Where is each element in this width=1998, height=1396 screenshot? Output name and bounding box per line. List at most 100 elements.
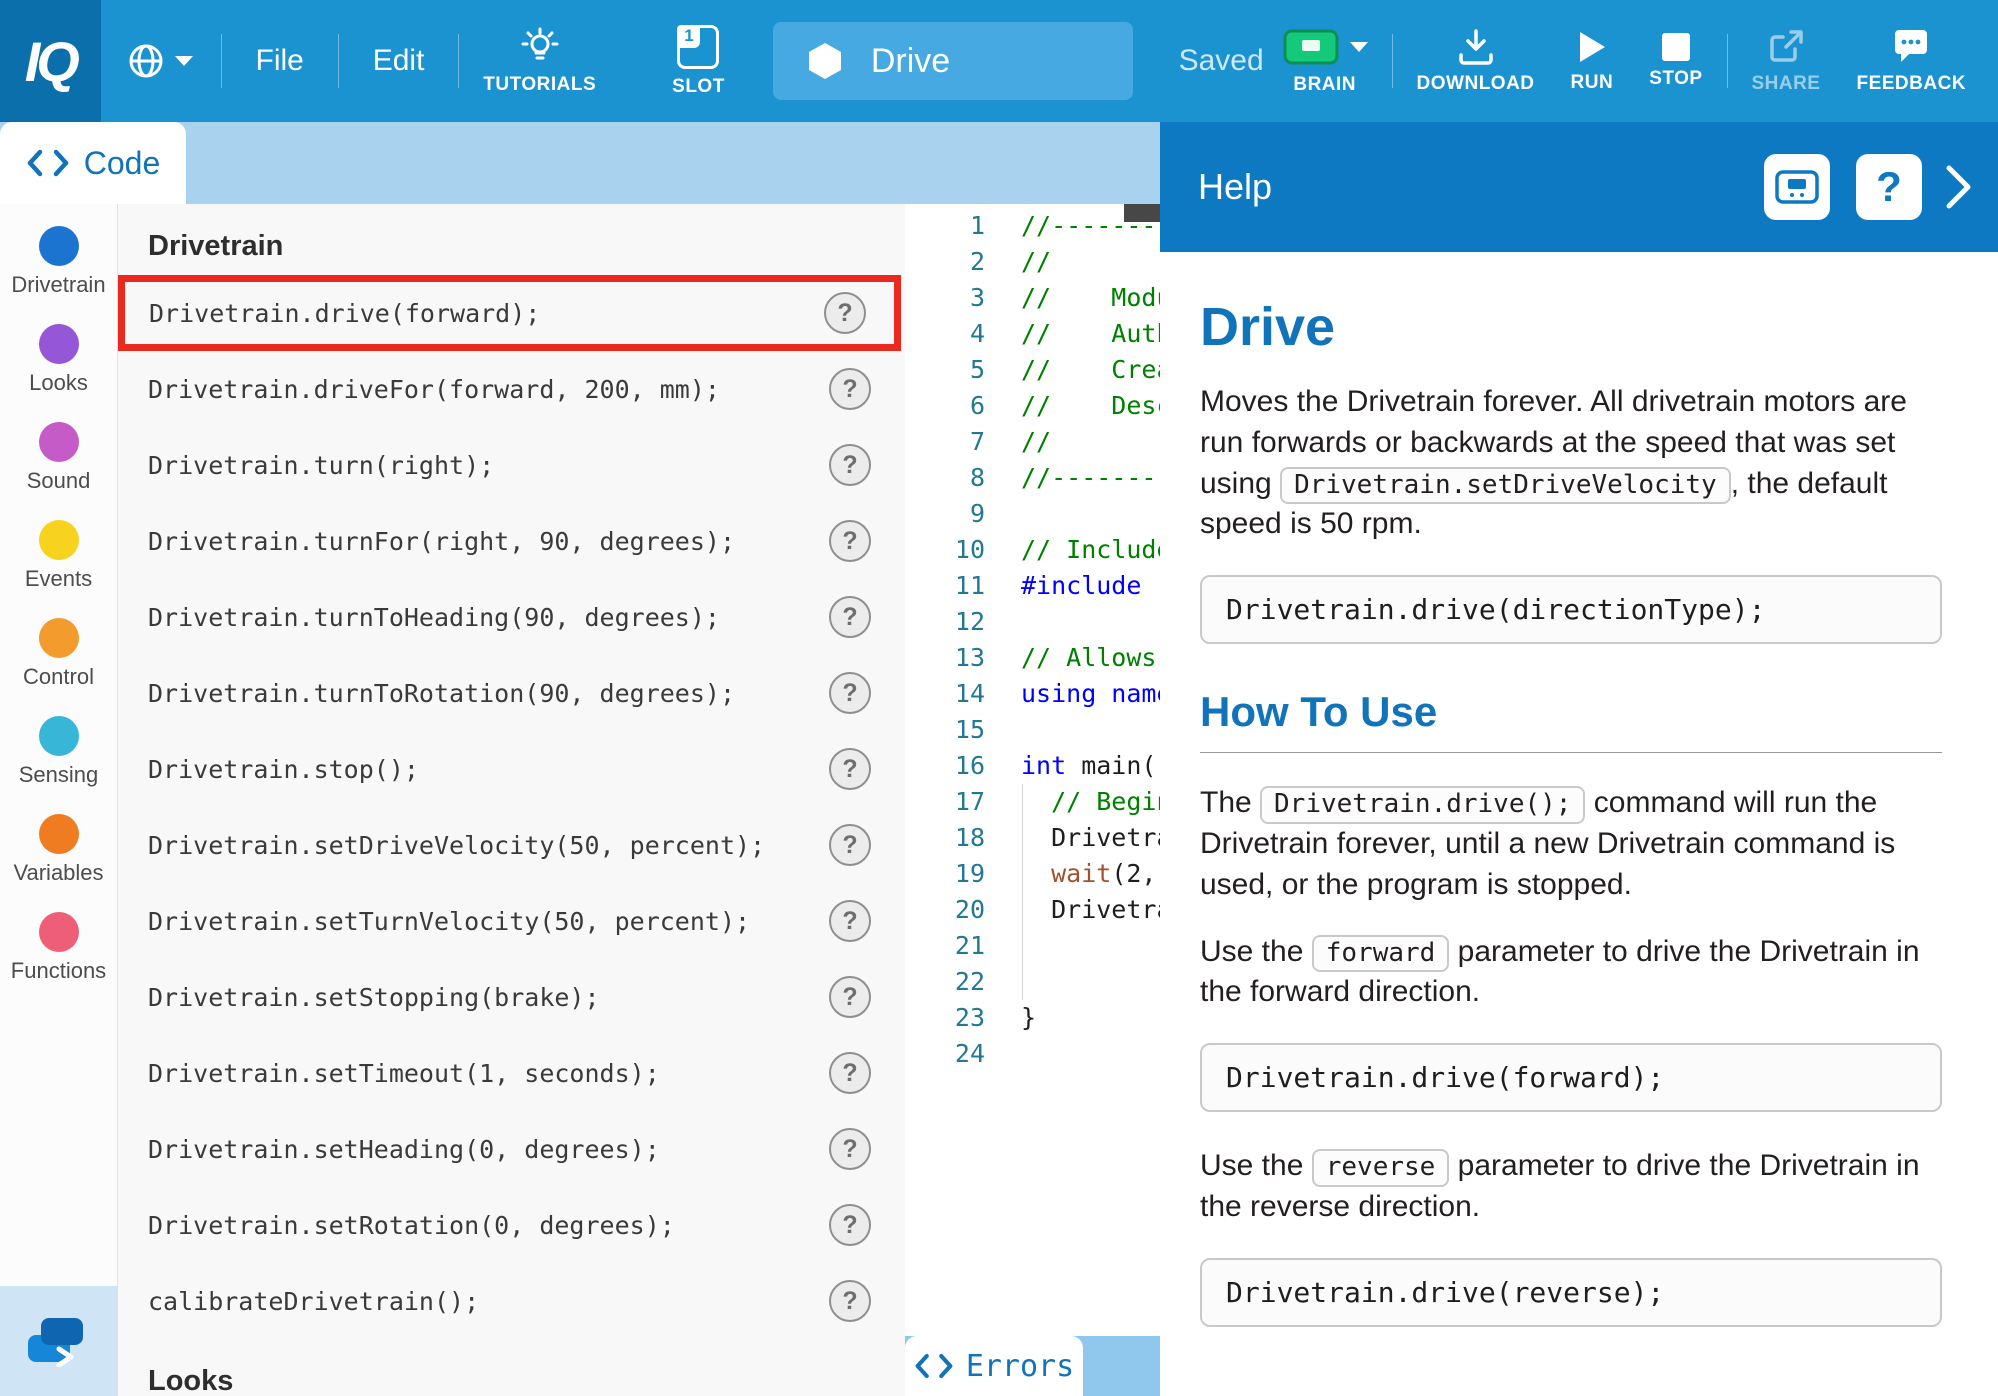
sidebar-item-drivetrain[interactable]: Drivetrain — [0, 226, 118, 324]
code-text: //--------------------------------------… — [985, 460, 1160, 496]
code-token: wait — [1051, 859, 1111, 888]
command-help-button[interactable]: ? — [829, 1128, 871, 1170]
code-line[interactable]: 2// — [905, 244, 1160, 280]
code-line[interactable]: 20 Drivetrain.stop(); — [905, 892, 1160, 928]
code-line[interactable]: 13// Allows for easier use of the VEX Li… — [905, 640, 1160, 676]
code-text — [985, 928, 1021, 964]
stop-button[interactable]: STOP — [1631, 0, 1720, 122]
code-token: #include — [1021, 571, 1156, 600]
code-editor[interactable]: 1//-------------------------------------… — [905, 204, 1160, 1396]
command-help-button[interactable]: ? — [829, 900, 871, 942]
command-row[interactable]: Drivetrain.setRotation(0, degrees);? — [118, 1187, 905, 1263]
sidebar-item-control[interactable]: Control — [0, 618, 118, 716]
command-row[interactable]: Drivetrain.setHeading(0, degrees);? — [118, 1111, 905, 1187]
command-row[interactable]: Drivetrain.stop();? — [118, 731, 905, 807]
command-help-button[interactable]: ? — [829, 368, 871, 410]
sidebar-item-events[interactable]: Events — [0, 520, 118, 618]
code-line[interactable]: 18 Drivetrain.drive(forward); — [905, 820, 1160, 856]
command-row[interactable]: Drivetrain.turnToHeading(90, degrees);? — [118, 579, 905, 655]
tab-errors[interactable]: Errors — [905, 1336, 1083, 1396]
project-name-button[interactable]: Drive — [773, 22, 1133, 100]
command-help-button[interactable]: ? — [829, 748, 871, 790]
help-collapse-button[interactable] — [1946, 165, 1972, 209]
code-line[interactable]: 1//-------------------------------------… — [905, 208, 1160, 244]
code-line[interactable]: 9 — [905, 496, 1160, 532]
toggle-blocks-button[interactable] — [26, 1313, 92, 1370]
help-paragraph: Use the forward parameter to drive the D… — [1200, 932, 1942, 1014]
app-logo[interactable]: IQ — [0, 0, 101, 122]
category-label: Drivetrain — [11, 272, 105, 298]
command-help-button[interactable]: ? — [824, 292, 866, 334]
command-help-button[interactable]: ? — [829, 1052, 871, 1094]
editor-scrollbar[interactable] — [1124, 204, 1160, 222]
inline-code-chip: Drivetrain.setDriveVelocity — [1280, 467, 1731, 505]
code-line[interactable]: 6// Description: IQ project — [905, 388, 1160, 424]
help-question-button[interactable]: ? — [1856, 154, 1922, 220]
code-line[interactable]: 24 — [905, 1036, 1160, 1072]
tutorials-button[interactable]: TUTORIALS — [465, 0, 614, 122]
line-number: 2 — [905, 244, 985, 280]
feedback-button[interactable]: FEEDBACK — [1838, 0, 1984, 122]
share-button[interactable]: SHARE — [1733, 0, 1838, 122]
run-button[interactable]: RUN — [1553, 0, 1632, 122]
download-button[interactable]: DOWNLOAD — [1399, 0, 1553, 122]
command-help-button[interactable]: ? — [829, 824, 871, 866]
sidebar-item-sound[interactable]: Sound — [0, 422, 118, 520]
command-help-button[interactable]: ? — [829, 976, 871, 1018]
command-help-button[interactable]: ? — [829, 596, 871, 638]
code-line[interactable]: 17 // Begin project code — [905, 784, 1160, 820]
command-row[interactable]: Drivetrain.setTurnVelocity(50, percent);… — [118, 883, 905, 959]
command-code-label: Drivetrain.stop(); — [148, 755, 419, 784]
command-row[interactable]: Drivetrain.turn(right);? — [118, 427, 905, 503]
category-sidebar: Drivetrain LooksSoundEventsControlSensing… — [0, 204, 118, 1396]
code-line[interactable]: 21 — [905, 928, 1160, 964]
command-help-button[interactable]: ? — [829, 1280, 871, 1322]
slot-button[interactable]: 1 SLOT — [654, 0, 743, 122]
language-menu-button[interactable] — [101, 42, 215, 80]
command-help-button[interactable]: ? — [829, 672, 871, 714]
code-token: // Include the IQ Library — [1021, 535, 1160, 564]
help-brain-button[interactable] — [1764, 154, 1830, 220]
code-line[interactable]: 7// — [905, 424, 1160, 460]
code-line[interactable]: 10// Include the IQ Library — [905, 532, 1160, 568]
sidebar-item-variables[interactable]: Variables — [0, 814, 118, 912]
code-text — [985, 712, 1021, 748]
brain-button[interactable]: BRAIN — [1264, 0, 1386, 122]
code-line[interactable]: 3// Module: main.cpp — [905, 280, 1160, 316]
command-help-button[interactable]: ? — [829, 1204, 871, 1246]
command-row[interactable]: calibrateDrivetrain();? — [118, 1263, 905, 1339]
line-number: 8 — [905, 460, 985, 496]
command-row[interactable]: Drivetrain.drive(forward);? — [118, 275, 901, 351]
code-line[interactable]: 14using namespace vex; — [905, 676, 1160, 712]
line-number: 18 — [905, 820, 985, 856]
code-line[interactable]: 11#include "vex.h" — [905, 568, 1160, 604]
code-line[interactable]: 5// Created: — [905, 352, 1160, 388]
question-mark-icon: ? — [1876, 163, 1902, 211]
command-row[interactable]: Drivetrain.turnFor(right, 90, degrees);? — [118, 503, 905, 579]
edit-menu-button[interactable]: Edit — [345, 0, 453, 122]
code-line[interactable]: 8//-------------------------------------… — [905, 460, 1160, 496]
sidebar-item-functions[interactable]: Functions — [0, 912, 118, 1010]
file-menu-button[interactable]: File — [228, 0, 332, 122]
command-help-button[interactable]: ? — [829, 520, 871, 562]
code-line[interactable]: 4// Author: VEX — [905, 316, 1160, 352]
sidebar-item-looks[interactable]: Looks — [0, 324, 118, 422]
tab-code[interactable]: Code — [0, 122, 186, 204]
line-number: 19 — [905, 856, 985, 892]
command-row[interactable]: Drivetrain.turnToRotation(90, degrees);? — [118, 655, 905, 731]
command-row[interactable]: Drivetrain.driveFor(forward, 200, mm);? — [118, 351, 905, 427]
code-line[interactable]: 15 — [905, 712, 1160, 748]
command-row[interactable]: Drivetrain.setDriveVelocity(50, percent)… — [118, 807, 905, 883]
command-code-label: Drivetrain.driveFor(forward, 200, mm); — [148, 375, 720, 404]
code-line[interactable]: 16int main() { — [905, 748, 1160, 784]
command-help-button[interactable]: ? — [829, 444, 871, 486]
code-line[interactable]: 12 — [905, 604, 1160, 640]
code-token: // Created: — [1021, 355, 1160, 384]
code-line[interactable]: 19 wait(2, seconds); — [905, 856, 1160, 892]
code-line[interactable]: 23} — [905, 1000, 1160, 1036]
sidebar-item-sensing[interactable]: Sensing — [0, 716, 118, 814]
command-row[interactable]: Drivetrain.setTimeout(1, seconds);? — [118, 1035, 905, 1111]
slot-icon: 1 — [677, 25, 719, 69]
code-line[interactable]: 22 — [905, 964, 1160, 1000]
command-row[interactable]: Drivetrain.setStopping(brake);? — [118, 959, 905, 1035]
